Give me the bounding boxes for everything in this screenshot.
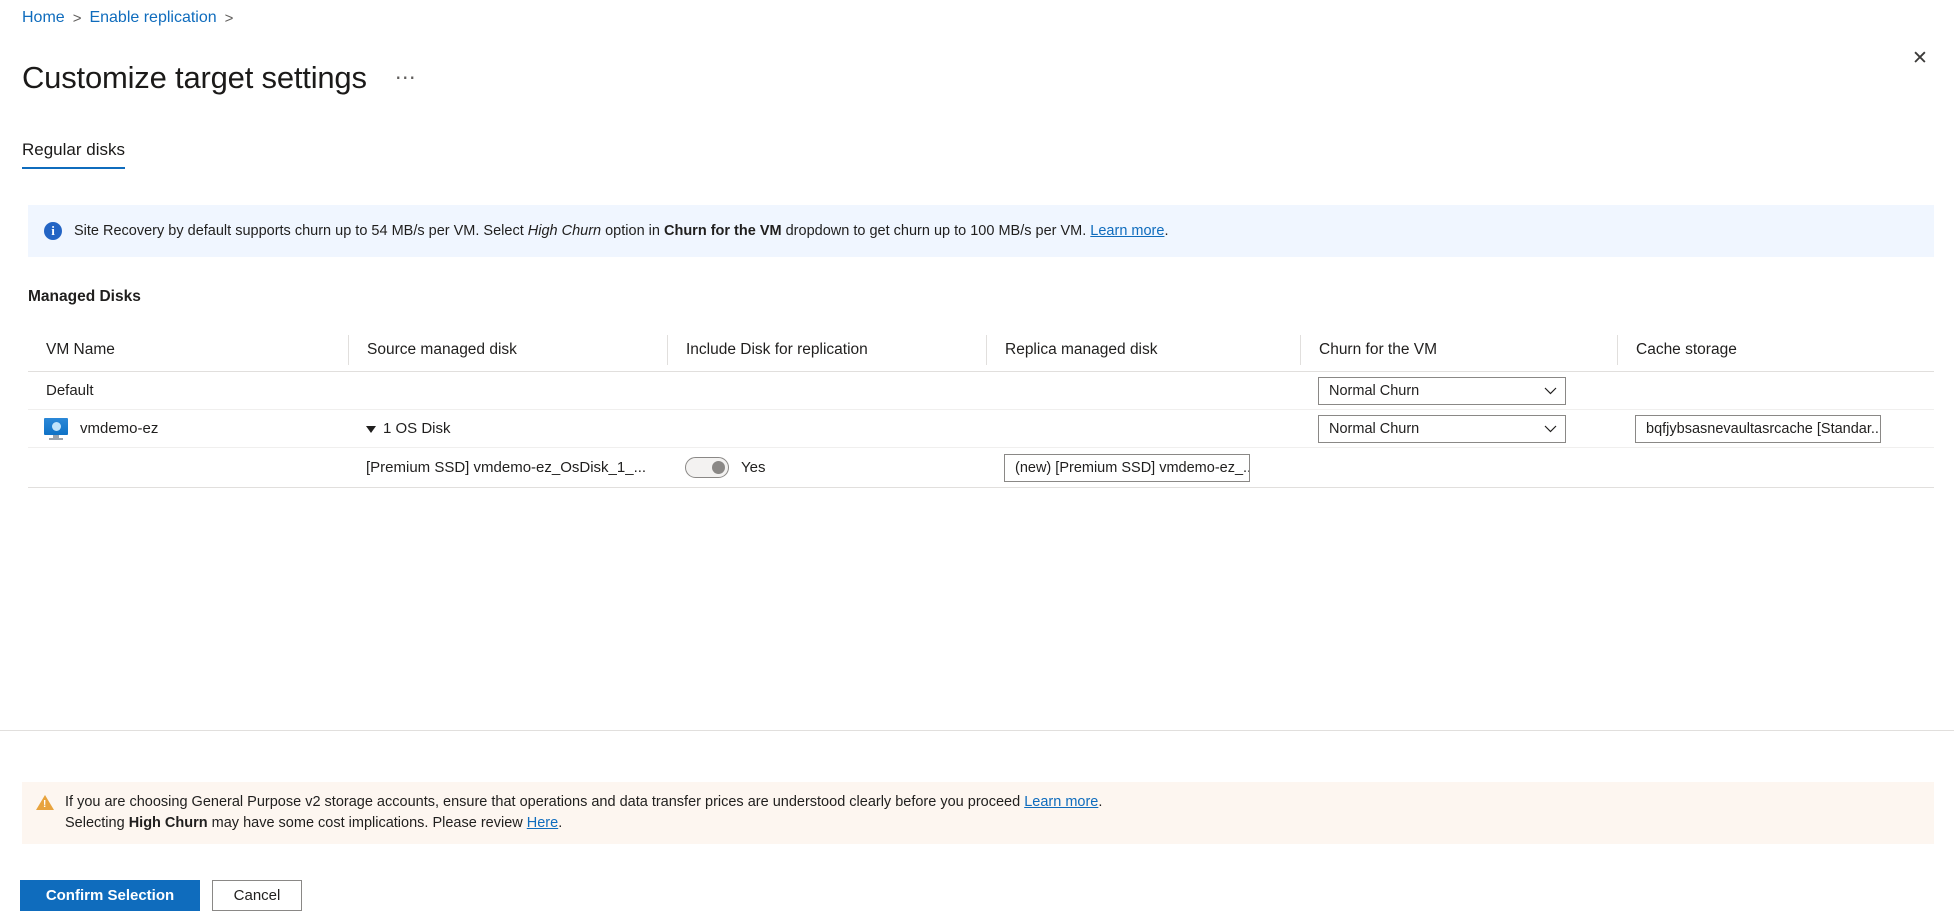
cell-source-disk: [Premium SSD] vmdemo-ez_OsDisk_1_... [348, 448, 667, 487]
expand-collapse-caret-icon[interactable] [366, 426, 376, 433]
column-header-churn-for-the-vm: Churn for the VM [1300, 335, 1617, 365]
churn-dropdown-vm[interactable]: Normal Churn [1318, 415, 1566, 443]
warn-line1-part1: If you are choosing General Purpose v2 s… [65, 794, 1024, 810]
churn-dropdown-default-value: Normal Churn [1329, 383, 1419, 399]
cancel-button[interactable]: Cancel [212, 880, 302, 911]
churn-dropdown-default[interactable]: Normal Churn [1318, 377, 1566, 405]
tab-regular-disks-label: Regular disks [22, 140, 125, 159]
close-icon[interactable]: ✕ [1904, 42, 1936, 74]
info-text-part4: . [1164, 223, 1168, 239]
warning-here-link[interactable]: Here [527, 815, 558, 831]
column-header-include-disk-for-replication: Include Disk for replication [667, 335, 986, 365]
cell-vm-name: vmdemo-ez [28, 410, 348, 447]
table-row-default: Default Normal Churn [28, 372, 1934, 410]
tab-regular-disks[interactable]: Regular disks [22, 140, 125, 169]
replica-managed-disk-dropdown-value: (new) [Premium SSD] vmdemo-ez_... [1015, 460, 1250, 476]
table-header-row: VM Name Source managed disk Include Disk… [28, 328, 1934, 372]
more-options-icon[interactable]: ⋯ [389, 69, 423, 87]
info-banner-text: Site Recovery by default supports churn … [74, 221, 1168, 241]
title-row: Customize target settings ⋯ [22, 38, 423, 118]
warn-line1-part2: . [1098, 794, 1102, 810]
cell-source-disk-default [348, 372, 667, 409]
warn-line2-part2: may have some cost implications. Please … [208, 815, 527, 831]
cell-cache-storage-default [1617, 372, 1934, 409]
column-header-vm-name: VM Name [28, 335, 348, 365]
warning-banner: If you are choosing General Purpose v2 s… [22, 782, 1934, 844]
footer-button-row: Confirm Selection Cancel [20, 880, 302, 911]
section-heading-managed-disks: Managed Disks [28, 288, 141, 306]
include-disk-toggle[interactable] [685, 457, 729, 478]
warn-line2-part3: . [558, 815, 562, 831]
confirm-selection-button[interactable]: Confirm Selection [20, 880, 200, 911]
column-header-replica-managed-disk: Replica managed disk [986, 335, 1300, 365]
info-icon: i [44, 222, 62, 240]
breadcrumb-item-home[interactable]: Home [22, 9, 65, 27]
warn-line2-part1: Selecting [65, 815, 129, 831]
cell-include-disk-vm [667, 410, 986, 447]
info-text-part2: option in [601, 223, 664, 239]
replica-managed-disk-dropdown[interactable]: (new) [Premium SSD] vmdemo-ez_... [1004, 454, 1250, 482]
cell-churn-default: Normal Churn [1300, 372, 1617, 409]
cell-replica-disk: (new) [Premium SSD] vmdemo-ez_... [986, 448, 1300, 487]
column-header-cache-storage: Cache storage [1617, 335, 1934, 365]
breadcrumb-separator-icon-2: > [225, 10, 234, 27]
include-disk-toggle-label: Yes [741, 459, 765, 476]
cell-include-disk: Yes [667, 448, 986, 487]
cell-vm-name-disk [28, 448, 348, 487]
info-text-part1: Site Recovery by default supports churn … [74, 223, 528, 239]
cell-cache-storage-vm: bqfjybsasnevaultasrcache [Standar... [1617, 410, 1934, 447]
cache-storage-dropdown-value: bqfjybsasnevaultasrcache [Standar... [1646, 421, 1881, 437]
managed-disks-table: VM Name Source managed disk Include Disk… [28, 328, 1934, 488]
warning-banner-text: If you are choosing General Purpose v2 s… [65, 792, 1102, 834]
page-title: Customize target settings [22, 59, 367, 97]
breadcrumb-separator-icon: > [73, 10, 82, 27]
cache-storage-dropdown[interactable]: bqfjybsasnevaultasrcache [Standar... [1635, 415, 1881, 443]
cell-disk-group: 1 OS Disk [348, 410, 667, 447]
cell-replica-disk-default [986, 372, 1300, 409]
info-text-bold: Churn for the VM [664, 223, 782, 239]
table-row-disk: [Premium SSD] vmdemo-ez_OsDisk_1_... Yes… [28, 448, 1934, 488]
breadcrumb-item-enable-replication[interactable]: Enable replication [89, 9, 216, 27]
cell-include-disk-default [667, 372, 986, 409]
breadcrumb: Home > Enable replication > [22, 9, 233, 27]
churn-dropdown-vm-value: Normal Churn [1329, 421, 1419, 437]
warn-line2-bold: High Churn [129, 815, 208, 831]
tab-list: Regular disks [22, 140, 125, 169]
info-text-italic: High Churn [528, 223, 601, 239]
cell-churn-disk [1300, 448, 1617, 487]
info-text-part3: dropdown to get churn up to 100 MB/s per… [782, 223, 1091, 239]
cell-vm-name-label: vmdemo-ez [80, 420, 158, 437]
virtual-machine-icon [44, 418, 68, 440]
info-learn-more-link[interactable]: Learn more [1090, 223, 1164, 239]
cell-cache-storage-disk [1617, 448, 1934, 487]
cell-churn-vm: Normal Churn [1300, 410, 1617, 447]
cell-replica-disk-vm [986, 410, 1300, 447]
warning-icon [36, 795, 54, 810]
cell-vm-name-default: Default [28, 372, 348, 409]
table-row-vm: vmdemo-ez 1 OS Disk Normal Churn bqfjybs… [28, 410, 1934, 448]
footer-divider [0, 730, 1954, 731]
info-banner: i Site Recovery by default supports chur… [28, 205, 1934, 257]
chevron-down-icon [1544, 423, 1557, 435]
customize-target-settings-blade: Home > Enable replication > Customize ta… [0, 0, 1954, 922]
column-header-source-managed-disk: Source managed disk [348, 335, 667, 365]
warning-learn-more-link[interactable]: Learn more [1024, 794, 1098, 810]
cell-disk-group-label: 1 OS Disk [383, 420, 451, 437]
chevron-down-icon [1544, 385, 1557, 397]
